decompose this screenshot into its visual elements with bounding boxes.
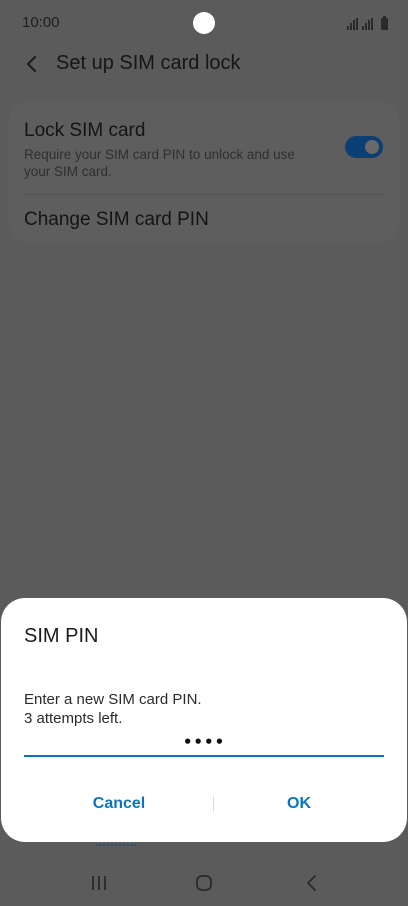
cancel-button[interactable]: Cancel xyxy=(24,784,214,824)
back-icon[interactable] xyxy=(303,874,321,892)
status-bar: 10:00 xyxy=(0,0,408,46)
dialog-title: SIM PIN xyxy=(24,625,99,647)
wifi-signal-icon xyxy=(347,18,358,30)
toggle-knob xyxy=(363,138,381,156)
change-sim-card-pin-label: Change SIM card PIN xyxy=(24,209,209,230)
page-title: Set up SIM card lock xyxy=(56,52,241,74)
dialog-buttons: Cancel OK xyxy=(1,784,407,824)
app-bar: Set up SIM card lock xyxy=(0,46,408,82)
dialog-message: Enter a new SIM card PIN. 3 attempts lef… xyxy=(24,691,202,727)
camera-cutout xyxy=(193,12,215,34)
lock-sim-card-toggle[interactable] xyxy=(345,136,383,158)
lock-sim-card-row[interactable]: Lock SIM card Require your SIM card PIN … xyxy=(8,102,400,194)
lock-sim-card-description: Require your SIM card PIN to unlock and … xyxy=(24,147,295,179)
cell-signal-icon xyxy=(362,18,373,30)
recents-icon[interactable] xyxy=(90,874,108,892)
sim-pin-dialog: SIM PIN Enter a new SIM card PIN. 3 atte… xyxy=(1,598,407,842)
home-icon[interactable] xyxy=(195,874,213,892)
navigation-bar xyxy=(0,862,408,906)
pin-input[interactable]: •••• xyxy=(24,731,384,757)
settings-card: Lock SIM card Require your SIM card PIN … xyxy=(8,102,400,242)
change-sim-card-pin-row[interactable]: Change SIM card PIN xyxy=(8,195,400,242)
status-time: 10:00 xyxy=(22,14,60,31)
background-link-underline xyxy=(96,844,136,849)
status-icons xyxy=(347,14,388,30)
ok-button[interactable]: OK xyxy=(204,784,394,824)
lock-sim-card-title: Lock SIM card xyxy=(24,120,146,141)
arrow-back-icon[interactable] xyxy=(22,52,42,76)
battery-icon xyxy=(381,16,388,30)
